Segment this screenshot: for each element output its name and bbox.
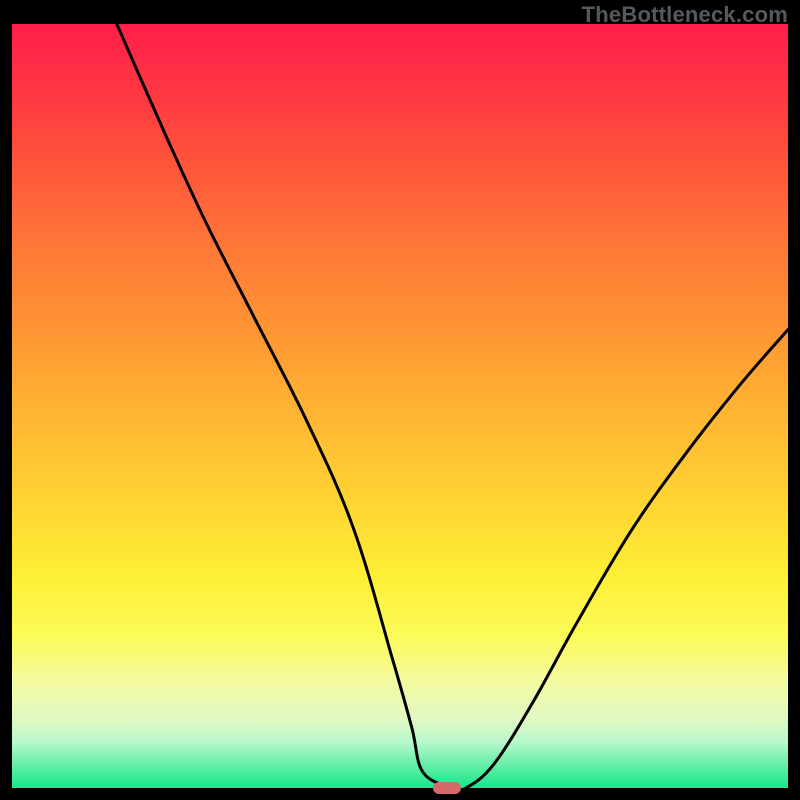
plot-area <box>12 24 788 788</box>
bottleneck-curve <box>117 24 788 788</box>
chart-frame: TheBottleneck.com <box>0 0 800 800</box>
curve-layer <box>12 24 788 788</box>
optimal-marker <box>433 782 461 794</box>
